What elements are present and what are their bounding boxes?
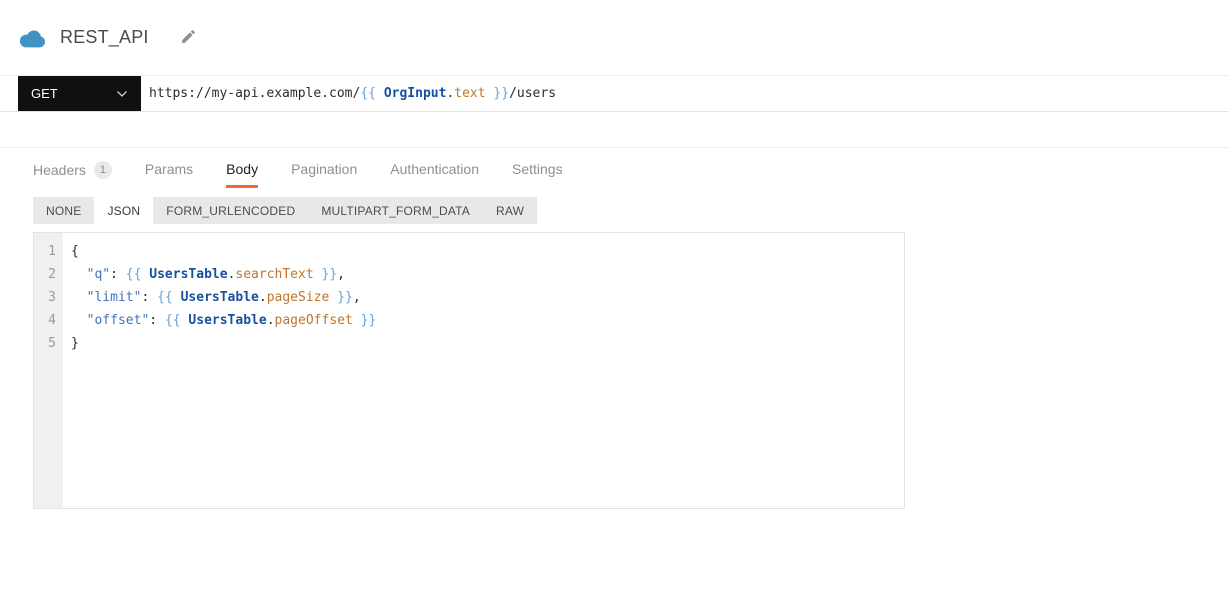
- body-type-tabs: NONE JSON FORM_URLENCODED MULTIPART_FORM_DA…: [33, 197, 538, 224]
- tab-params[interactable]: Params: [145, 161, 193, 185]
- http-method-label: GET: [31, 86, 58, 101]
- tab-label: Headers: [33, 162, 86, 178]
- code-token: UsersTable: [180, 290, 259, 305]
- line-number: 1: [48, 244, 56, 259]
- code-line: "q": {{ UsersTable.searchText }},: [71, 263, 904, 286]
- body-type-tab-none[interactable]: NONE: [33, 197, 94, 224]
- cloud-icon: [18, 28, 46, 48]
- code-token: "offset": [86, 313, 150, 328]
- line-number: 3: [48, 290, 56, 305]
- editor-line-gutter: 1 2 3 4 5: [34, 233, 63, 508]
- tab-label: Pagination: [291, 161, 358, 177]
- code-token: {{: [157, 290, 181, 305]
- code-token: UsersTable: [149, 267, 228, 282]
- code-token: .: [266, 313, 275, 328]
- code-token: ,: [337, 267, 345, 282]
- code-line: {: [71, 240, 904, 263]
- code-token: }}: [313, 267, 338, 282]
- rest-api-editor-page: REST_API GET https://my-api.example.com/…: [0, 0, 1229, 509]
- line-number: 4: [48, 313, 56, 328]
- url-segment: {{: [360, 86, 384, 101]
- tab-authentication[interactable]: Authentication: [390, 161, 479, 185]
- url-segment: OrgInput: [383, 86, 447, 101]
- header: REST_API: [0, 0, 1229, 75]
- code-token: :: [110, 267, 126, 282]
- editor-code-pane[interactable]: { "q": {{ UsersTable.searchText }}, "lim…: [63, 233, 904, 508]
- code-line: "offset": {{ UsersTable.pageOffset }}: [71, 309, 904, 332]
- code-token: ,: [352, 290, 361, 305]
- url-segment: /users: [509, 86, 557, 101]
- tab-label: Body: [226, 161, 259, 177]
- code-line: }: [71, 332, 904, 355]
- request-bar: GET https://my-api.example.com/{{ OrgInp…: [0, 75, 1229, 112]
- code-token: .: [258, 290, 267, 305]
- code-token: {{: [125, 267, 150, 282]
- tab-body[interactable]: Body: [226, 161, 259, 188]
- code-token: pageOffset: [274, 313, 353, 328]
- code-token: :: [141, 290, 158, 305]
- code-token: }}: [352, 313, 377, 328]
- api-name-title: REST_API: [60, 27, 149, 47]
- url-segment: https://my-api.example.com/: [149, 86, 361, 101]
- tab-label: Params: [144, 161, 194, 177]
- tab-settings[interactable]: Settings: [512, 161, 563, 185]
- edit-name-button[interactable]: [180, 28, 197, 48]
- body-type-tab-json[interactable]: JSON: [94, 197, 154, 224]
- url-segment: .: [446, 86, 455, 101]
- code-token: pageSize: [266, 290, 330, 305]
- code-token: }: [71, 336, 79, 351]
- code-token: {{: [164, 313, 189, 328]
- code-token: UsersTable: [188, 313, 267, 328]
- http-method-dropdown[interactable]: GET: [18, 76, 141, 111]
- body-type-tab-form-urlencoded[interactable]: FORM_URLENCODED: [153, 197, 308, 224]
- body-type-tab-multipart-form-data[interactable]: MULTIPART_FORM_DATA: [308, 197, 483, 224]
- tab-headers[interactable]: Headers 1: [33, 161, 112, 187]
- url-input[interactable]: https://my-api.example.com/{{ OrgInput. t…: [141, 76, 1229, 111]
- code-line: "limit": {{ UsersTable.pageSize }},: [71, 286, 904, 309]
- headers-count-badge: 1: [93, 161, 112, 179]
- url-segment: }}: [485, 86, 510, 101]
- code-token: "limit": [86, 290, 142, 305]
- json-body-editor[interactable]: 12345 { "q": {{ UsersTable.searchText }}…: [33, 232, 905, 509]
- tab-label: Settings: [511, 161, 563, 177]
- request-config-tabs: Headers 1 Params Body Pagination Authenticati…: [0, 147, 1229, 191]
- tab-pagination[interactable]: Pagination: [291, 161, 357, 185]
- body-type-tab-raw[interactable]: RAW: [483, 197, 537, 224]
- code-token: {: [71, 244, 79, 259]
- code-token: }}: [329, 290, 353, 305]
- code-token: searchText: [235, 267, 314, 282]
- tab-label: Authentication: [390, 161, 479, 177]
- chevron-down-icon: [116, 86, 128, 101]
- line-number: 2: [48, 267, 56, 282]
- url-segment: text: [454, 86, 486, 101]
- line-number: 5: [48, 336, 56, 351]
- pencil-icon: [180, 28, 197, 48]
- code-token: "q": [86, 267, 111, 282]
- code-token: :: [149, 313, 165, 328]
